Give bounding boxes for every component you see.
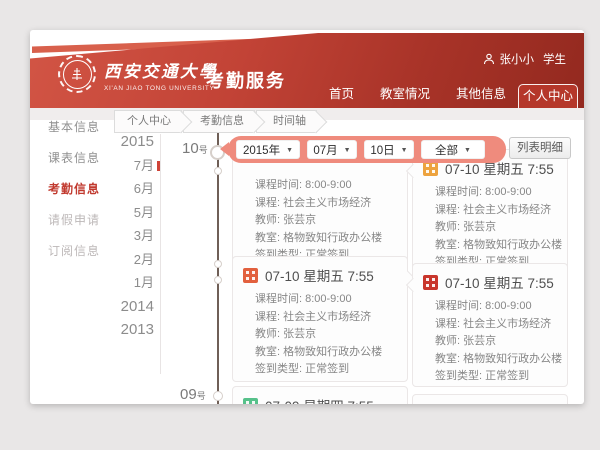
attendance-card[interactable] — [412, 394, 568, 404]
year-select[interactable]: 2015年 ▼ — [236, 140, 300, 159]
top-nav: 首页 教室情况 其他信息 — [329, 83, 506, 102]
university-logo — [58, 55, 96, 93]
card-field-teacher: 教师: 张芸京 — [435, 333, 557, 351]
nav-item-home[interactable]: 首页 — [329, 83, 354, 102]
card-field-teacher: 教师: 张芸京 — [255, 212, 397, 230]
attendance-card[interactable]: 07-10 星期五 7:55 课程时间: 8:00-9:00 课程: 社会主义市… — [412, 149, 568, 273]
nav-tab-personal-center-active[interactable]: 个人中心 — [518, 84, 578, 108]
card-field-teacher: 教师: 张芸京 — [435, 219, 557, 237]
attendance-card[interactable]: 07-09 星期四 7:55 — [232, 386, 408, 404]
chevron-down-icon: ▼ — [344, 147, 351, 154]
card-date-title: 07-10 星期五 7:55 — [445, 272, 554, 292]
user-name: 张小小 — [500, 51, 535, 67]
card-field-course: 课程: 社会主义市场经济 — [435, 202, 557, 220]
timeline-node — [214, 260, 222, 268]
timeline-year-2013[interactable]: 2013 — [88, 318, 154, 342]
card-field-course: 课程: 社会主义市场经济 — [435, 316, 557, 334]
timeline-month-jul[interactable]: 7月 — [88, 154, 154, 178]
card-field-course-time: 课程时间: 8:00-9:00 — [435, 298, 557, 316]
card-field-course-time: 课程时间: 8:00-9:00 — [435, 184, 557, 202]
attendance-card[interactable]: 07-10 星期五 7:55 课程时间: 8:00-9:00 课程: 社会主义市… — [412, 263, 568, 387]
timeline-year-2014[interactable]: 2014 — [88, 295, 154, 319]
card-field-classroom: 教室: 格物致知行政办公楼 — [255, 344, 397, 362]
breadcrumb-personal-center[interactable]: 个人中心 — [114, 110, 182, 133]
month-list-divider — [160, 134, 161, 374]
university-name-en: XI'AN JIAO TONG UNIVERSITY — [104, 85, 218, 92]
user-account[interactable]: 张小小 学生 — [483, 51, 567, 67]
card-field-course-time: 课程时间: 8:00-9:00 — [255, 177, 397, 195]
status-stamp-icon — [243, 398, 258, 405]
chevron-down-icon: ▼ — [464, 147, 471, 154]
app-window: 西安交通大學 XI'AN JIAO TONG UNIVERSITY 考勤服务 张… — [30, 30, 584, 404]
current-month-marker — [157, 161, 160, 171]
card-field-classroom: 教室: 格物致知行政办公楼 — [435, 351, 557, 369]
month-select[interactable]: 07月 ▼ — [307, 140, 357, 159]
timeline-month-list: 2015 7月 6月 5月 3月 2月 1月 2014 2013 — [88, 130, 154, 342]
filter-bar: 2015年 ▼ 07月 ▼ 10日 ▼ 全部 ▼ — [228, 136, 506, 163]
attendance-card[interactable]: 07-10 星期五 7:55 课程时间: 8:00-9:00 课程: 社会主义市… — [232, 256, 408, 382]
status-stamp-icon — [243, 268, 258, 283]
day-marker-09: 09号 — [180, 386, 206, 403]
brand-block: 西安交通大學 XI'AN JIAO TONG UNIVERSITY — [104, 58, 218, 92]
user-role: 学生 — [543, 51, 566, 67]
card-field-classroom: 教室: 格物致知行政办公楼 — [435, 237, 557, 255]
nav-item-other-info[interactable]: 其他信息 — [456, 83, 506, 102]
card-date-title: 07-10 星期五 7:55 — [265, 265, 374, 285]
timeline-month-may[interactable]: 5月 — [88, 201, 154, 225]
timeline-month-jan[interactable]: 1月 — [88, 271, 154, 295]
header: 西安交通大學 XI'AN JIAO TONG UNIVERSITY 考勤服务 张… — [30, 30, 584, 108]
university-name-cn: 西安交通大學 — [104, 58, 218, 82]
card-field-course-time: 课程时间: 8:00-9:00 — [255, 291, 397, 309]
breadcrumb-attendance-info[interactable]: 考勤信息 — [183, 110, 255, 133]
card-field-teacher: 教师: 张芸京 — [255, 326, 397, 344]
timeline-node — [213, 391, 223, 401]
nav-item-classrooms[interactable]: 教室情况 — [380, 83, 430, 102]
status-stamp-icon — [423, 275, 438, 290]
list-detail-button[interactable]: 列表明细 — [509, 137, 571, 159]
card-field-signin-type: 签到类型: 正常签到 — [435, 368, 557, 386]
timeline-month-feb[interactable]: 2月 — [88, 248, 154, 272]
person-icon — [483, 53, 495, 65]
card-field-signin-type: 签到类型: 正常签到 — [255, 361, 397, 379]
card-field-classroom: 教室: 格物致知行政办公楼 — [255, 230, 397, 248]
day-select[interactable]: 10日 ▼ — [364, 140, 414, 159]
timeline-year-2015[interactable]: 2015 — [88, 130, 154, 154]
chevron-down-icon: ▼ — [401, 147, 408, 154]
day-marker-10: 10号 — [182, 140, 208, 157]
breadcrumb: 个人中心 考勤信息 时间轴 — [114, 110, 318, 133]
chevron-down-icon: ▼ — [286, 147, 293, 154]
timeline-node — [214, 276, 222, 284]
app-title: 考勤服务 — [206, 67, 286, 93]
card-field-course: 课程: 社会主义市场经济 — [255, 309, 397, 327]
timeline-node — [214, 167, 222, 175]
card-field-course: 课程: 社会主义市场经济 — [255, 195, 397, 213]
card-date-title: 07-09 星期四 7:55 — [265, 395, 374, 404]
type-select[interactable]: 全部 ▼ — [421, 140, 485, 159]
timeline-month-jun[interactable]: 6月 — [88, 177, 154, 201]
pagoda-icon — [63, 60, 92, 89]
timeline-month-mar[interactable]: 3月 — [88, 224, 154, 248]
